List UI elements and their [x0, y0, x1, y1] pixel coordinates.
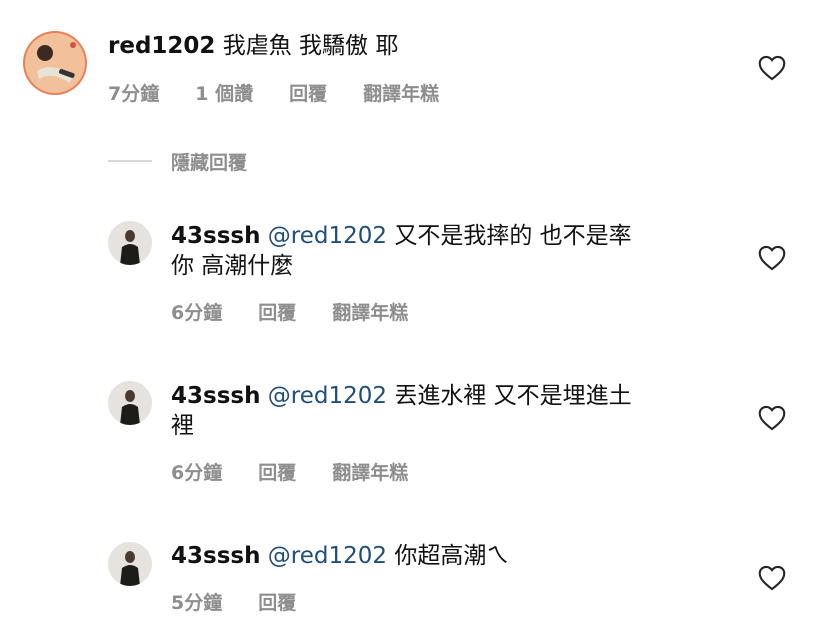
- reply-button[interactable]: 回覆: [258, 298, 296, 325]
- timestamp: 7分鐘: [108, 83, 160, 105]
- hide-replies-button[interactable]: 隱藏回覆: [171, 148, 247, 175]
- username[interactable]: 43sssh: [171, 543, 260, 569]
- avatar[interactable]: [108, 381, 152, 425]
- comment-body-continued: 你 高潮什麼: [171, 253, 294, 279]
- comment-meta: 6分鐘 回覆 翻譯年糕: [171, 458, 444, 485]
- reply-button[interactable]: 回覆: [258, 588, 296, 615]
- reply-button[interactable]: 回覆: [258, 458, 296, 485]
- translate-button[interactable]: 翻譯年糕: [363, 79, 439, 106]
- comment-body: 你超高潮ㄟ: [394, 543, 510, 569]
- comment-body: 我虐魚 我驕傲 耶: [222, 33, 399, 59]
- mention-link[interactable]: @red1202: [268, 383, 387, 409]
- avatar[interactable]: [108, 221, 152, 265]
- comment-text: 43sssh @red1202 你超高潮ㄟ: [171, 541, 509, 571]
- translate-button[interactable]: 翻譯年糕: [332, 458, 408, 485]
- avatar[interactable]: [23, 31, 87, 95]
- mention-link[interactable]: @red1202: [268, 543, 387, 569]
- heart-outline-icon[interactable]: [758, 405, 786, 431]
- heart-outline-icon[interactable]: [758, 55, 786, 81]
- heart-outline-icon[interactable]: [758, 565, 786, 591]
- comment-meta: 6分鐘 回覆 翻譯年糕: [171, 298, 444, 325]
- username[interactable]: 43sssh: [171, 223, 260, 249]
- avatar[interactable]: [108, 542, 152, 586]
- comment-text: 43sssh @red1202 丟進水裡 又不是埋進土 裡: [171, 381, 632, 441]
- timestamp: 6分鐘: [171, 302, 223, 324]
- likes-count[interactable]: 1 個讚: [195, 79, 253, 106]
- comment-text: red1202 我虐魚 我驕傲 耶: [108, 31, 398, 61]
- comment-meta: 5分鐘 回覆: [171, 588, 332, 615]
- username[interactable]: red1202: [108, 33, 215, 59]
- timestamp: 5分鐘: [171, 592, 223, 614]
- divider-line: [108, 160, 152, 162]
- comment-body: 又不是我摔的 也不是率: [394, 223, 632, 249]
- comment-body-continued: 裡: [171, 413, 194, 439]
- mention-link[interactable]: @red1202: [268, 223, 387, 249]
- comment-text: 43sssh @red1202 又不是我摔的 也不是率 你 高潮什麼: [171, 221, 632, 281]
- comment-body: 丟進水裡 又不是埋進土: [394, 383, 632, 409]
- translate-button[interactable]: 翻譯年糕: [332, 298, 408, 325]
- comment-meta: 7分鐘 1 個讚 回覆 翻譯年糕: [108, 79, 475, 106]
- username[interactable]: 43sssh: [171, 383, 260, 409]
- heart-outline-icon[interactable]: [758, 245, 786, 271]
- timestamp: 6分鐘: [171, 462, 223, 484]
- reply-button[interactable]: 回覆: [289, 79, 327, 106]
